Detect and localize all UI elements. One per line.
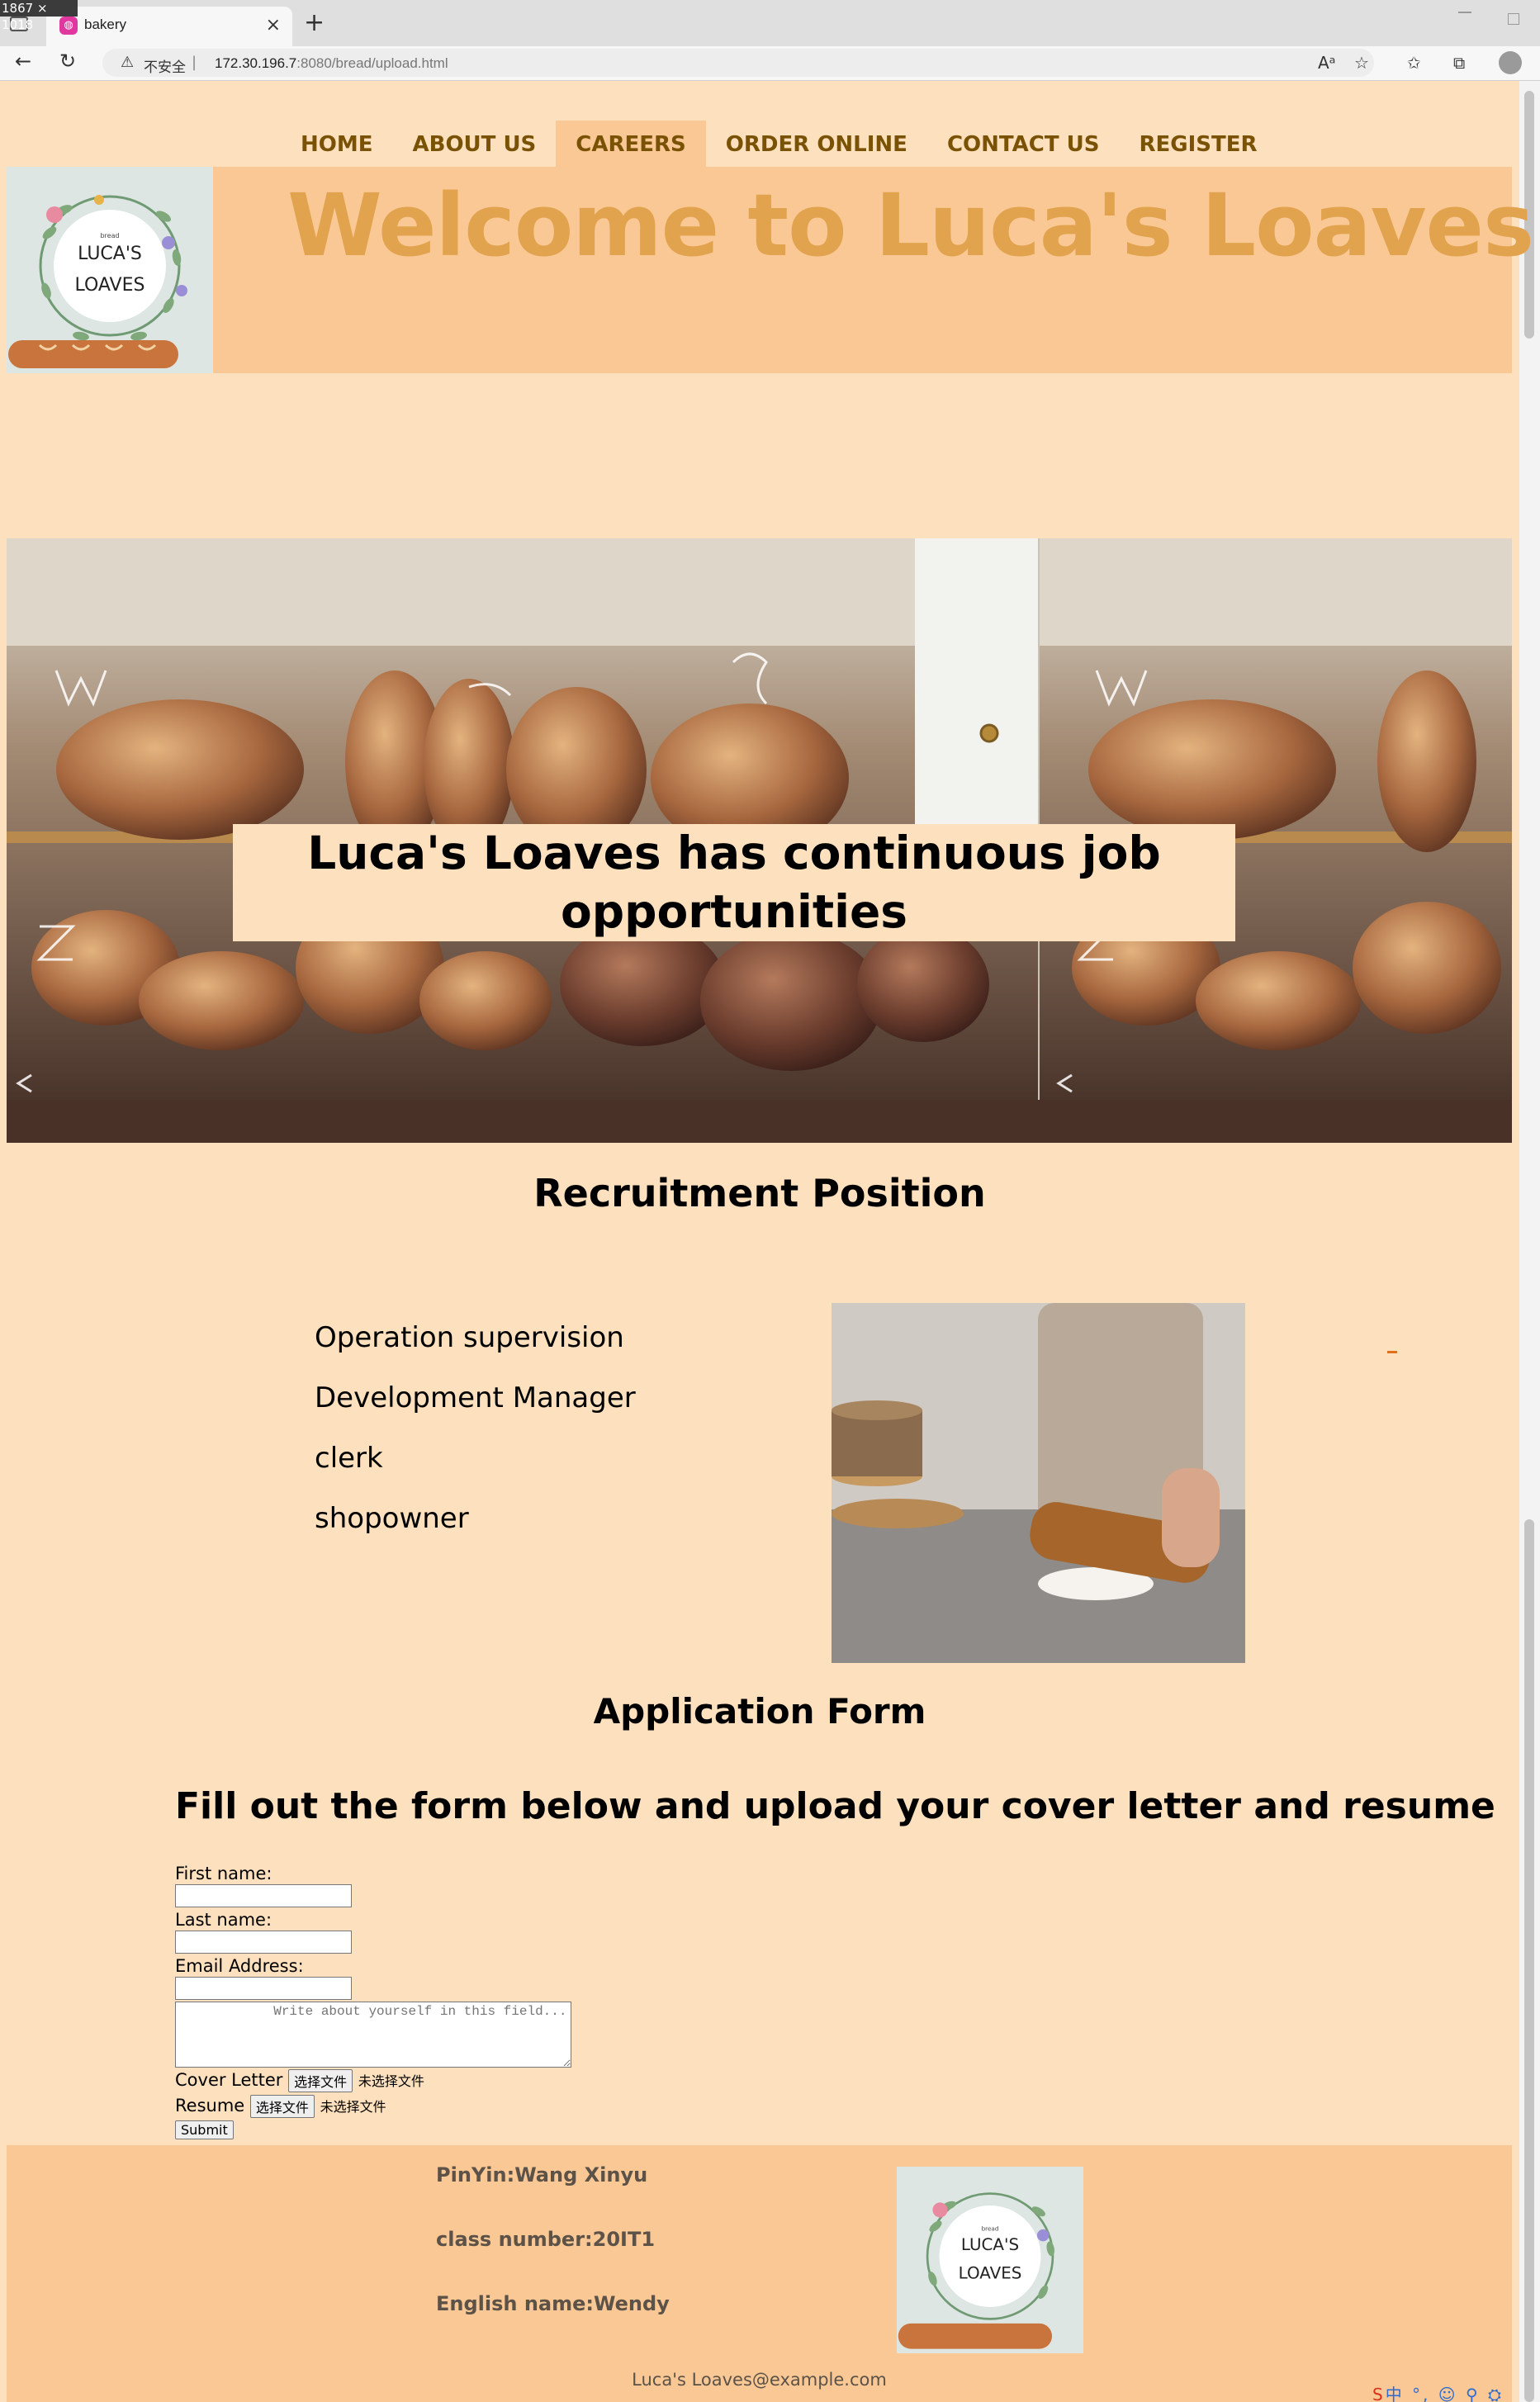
first-name-label: First name:	[175, 1864, 272, 1883]
footer-info: PinYin:Wang Xinyu class number:20IT1 Eng…	[436, 2163, 670, 2357]
cover-letter-row: Cover Letter 选择文件 未选择文件	[175, 2068, 571, 2093]
banner-caption-line1: Luca's Loaves has continuous job	[307, 827, 1161, 879]
resume-label: Resume	[175, 2096, 245, 2115]
cover-letter-choose-button[interactable]: 选择文件	[288, 2069, 353, 2092]
read-aloud-icon[interactable]: Aᵃ	[1318, 53, 1336, 73]
maximize-icon[interactable]	[1508, 13, 1519, 25]
browser-tab[interactable]: ◍ bakery ×	[46, 7, 292, 46]
url-separator: |	[192, 54, 197, 71]
bakery-logo: bread LUCA'S LOAVES	[7, 167, 213, 373]
url-text[interactable]: 172.30.196.7:8080/bread/upload.html	[215, 55, 448, 72]
logo-line2: LOAVES	[75, 275, 145, 296]
banner-caption-line2: opportunities	[560, 885, 908, 938]
nav-careers[interactable]: CAREERS	[556, 121, 706, 167]
nav-home[interactable]: HOME	[281, 121, 393, 167]
position-list: Operation supervision Development Manage…	[315, 1321, 636, 1562]
last-name-input[interactable]	[175, 1931, 352, 1954]
bread-banner: Luca's Loaves has continuous job opportu…	[7, 538, 1512, 1143]
ime-toolbar[interactable]: S中 °, ☺ ⚲ ⛭	[1372, 2381, 1504, 2402]
about-textarea[interactable]	[175, 2002, 571, 2068]
first-name-input[interactable]	[175, 1884, 352, 1907]
form-instructions: Fill out the form below and upload your …	[175, 1785, 1495, 1827]
warning-icon[interactable]: ⚠	[121, 54, 134, 71]
list-item: Operation supervision	[315, 1321, 624, 1354]
footer-english-name: English name:Wendy	[436, 2292, 670, 2315]
page-footer: PinYin:Wang Xinyu class number:20IT1 Eng…	[7, 2145, 1512, 2402]
reload-icon[interactable]: ↻	[59, 50, 76, 73]
close-icon[interactable]: ×	[266, 15, 281, 36]
cover-letter-label: Cover Letter	[175, 2070, 283, 2090]
tab-title: bakery	[84, 17, 127, 32]
last-name-label: Last name:	[175, 1910, 272, 1930]
scrollbar-thumb-lower[interactable]	[1524, 1519, 1534, 2402]
plus-icon[interactable]: +	[304, 8, 325, 37]
nav-about-us[interactable]: ABOUT US	[393, 121, 557, 167]
nav-register[interactable]: REGISTER	[1119, 121, 1277, 167]
footer-logo-line1: LUCA'S	[961, 2235, 1019, 2254]
cover-letter-no-file: 未选择文件	[358, 2073, 424, 2089]
url-field[interactable]: ⚠ 不安全 | 172.30.196.7:8080/bread/upload.h…	[102, 49, 1374, 77]
minimize-icon[interactable]	[1458, 12, 1471, 13]
welcome-title: Welcome to Luca's Loaves	[287, 175, 1534, 276]
baker-rolling-dough-image	[832, 1303, 1245, 1663]
back-icon[interactable]: ←	[15, 50, 31, 73]
footer-class-number: class number:20IT1	[436, 2228, 656, 2251]
resume-row: Resume 选择文件 未选择文件	[175, 2093, 571, 2119]
footer-logo-small-text: bread	[982, 2225, 999, 2233]
favorites-icon[interactable]: ✩	[1407, 53, 1421, 73]
address-bar: ← ↻ ⚠ 不安全 | 172.30.196.7:8080/bread/uplo…	[0, 46, 1540, 81]
nav-contact-us[interactable]: CONTACT US	[927, 121, 1120, 167]
resume-choose-button[interactable]: 选择文件	[249, 2095, 315, 2118]
browser-tab-strip: ◍ bakery × +	[0, 0, 1540, 46]
email-input[interactable]	[175, 1977, 352, 2000]
list-item: Development Manager	[315, 1381, 636, 1414]
list-item: clerk	[315, 1442, 383, 1475]
recruitment-heading: Recruitment Position	[533, 1171, 986, 1215]
banner-caption: Luca's Loaves has continuous job opportu…	[233, 824, 1235, 941]
page-header: bread LUCA'S LOAVES Welcome to Luca's Lo…	[7, 167, 1534, 373]
insecure-label: 不安全	[144, 59, 186, 76]
footer-logo-line2: LOAVES	[959, 2264, 1022, 2283]
footer-email: Luca's Loaves@example.com	[632, 2370, 887, 2390]
email-label: Email Address:	[175, 1956, 304, 1976]
resume-no-file: 未选择文件	[320, 2099, 386, 2115]
logo-line1: LUCA'S	[78, 244, 142, 264]
profile-icon[interactable]	[1499, 51, 1522, 74]
tab-favicon: ◍	[59, 17, 78, 35]
logo-small-text: bread	[100, 232, 119, 239]
application-heading: Application Form	[593, 1691, 926, 1732]
footer-logo: bread LUCA'S LOAVES	[897, 2167, 1083, 2353]
collections-icon[interactable]: ⧉	[1453, 53, 1465, 73]
decorative-dash	[1387, 1351, 1397, 1353]
nav-order-online[interactable]: ORDER ONLINE	[706, 121, 927, 167]
list-item: shopowner	[315, 1502, 469, 1535]
footer-pinyin: PinYin:Wang Xinyu	[436, 2163, 648, 2186]
screen-size-label: 1867 × 1018	[0, 0, 78, 32]
submit-button[interactable]: Submit	[175, 2120, 234, 2139]
main-nav: HOME ABOUT US CAREERS ORDER ONLINE CONTA…	[281, 121, 1277, 167]
application-form: First name: Last name: Email Address: Co…	[175, 1863, 571, 2139]
favorite-add-icon[interactable]: ☆	[1354, 53, 1369, 73]
